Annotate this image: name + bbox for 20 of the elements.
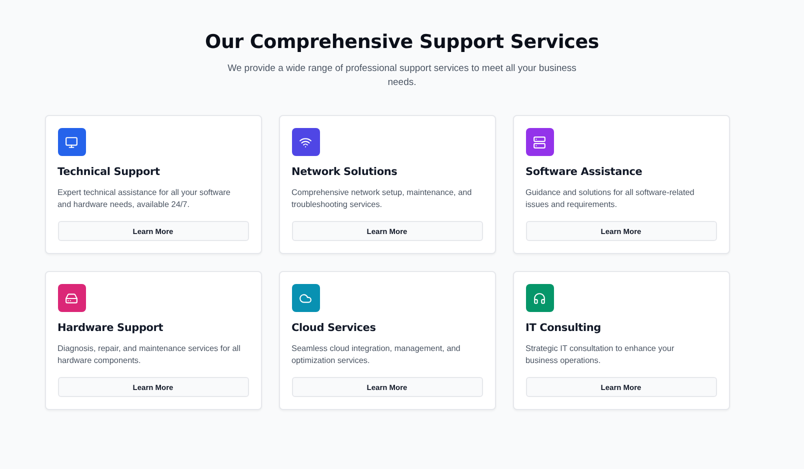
service-title: Hardware Support <box>58 322 164 334</box>
page-subtitle: We provide a wide range of professional support services to meet all your business needs. <box>226 62 578 90</box>
service-title: IT Consulting <box>526 322 602 334</box>
service-title: Technical Support <box>58 166 161 178</box>
cloud-icon <box>299 292 312 304</box>
service-description: Expert technical assistance for all your software and hardware needs, available 24/7. <box>58 187 232 211</box>
service-description: Guidance and solutions for all software-related issues and requirements. <box>526 187 696 211</box>
page-heading: Our Comprehensive Support Services <box>205 31 599 53</box>
service-title: Cloud Services <box>292 322 377 334</box>
service-description: Diagnosis, repair, and maintenance services for all hardware components. <box>58 343 242 367</box>
monitor-icon <box>65 136 78 148</box>
wifi-icon <box>299 136 312 148</box>
service-title: Software Assistance <box>526 166 644 178</box>
service-description: Strategic IT consultation to enhance your business operations. <box>526 343 676 367</box>
service-title: Network Solutions <box>292 166 398 178</box>
service-description: Seamless cloud integration, management, and optimization services. <box>292 343 462 367</box>
server-icon <box>533 136 546 148</box>
hard-drive-icon <box>65 292 78 304</box>
service-description: Comprehensive network setup, maintenance, and troubleshooting services. <box>292 187 473 211</box>
headphones-icon <box>533 292 546 304</box>
